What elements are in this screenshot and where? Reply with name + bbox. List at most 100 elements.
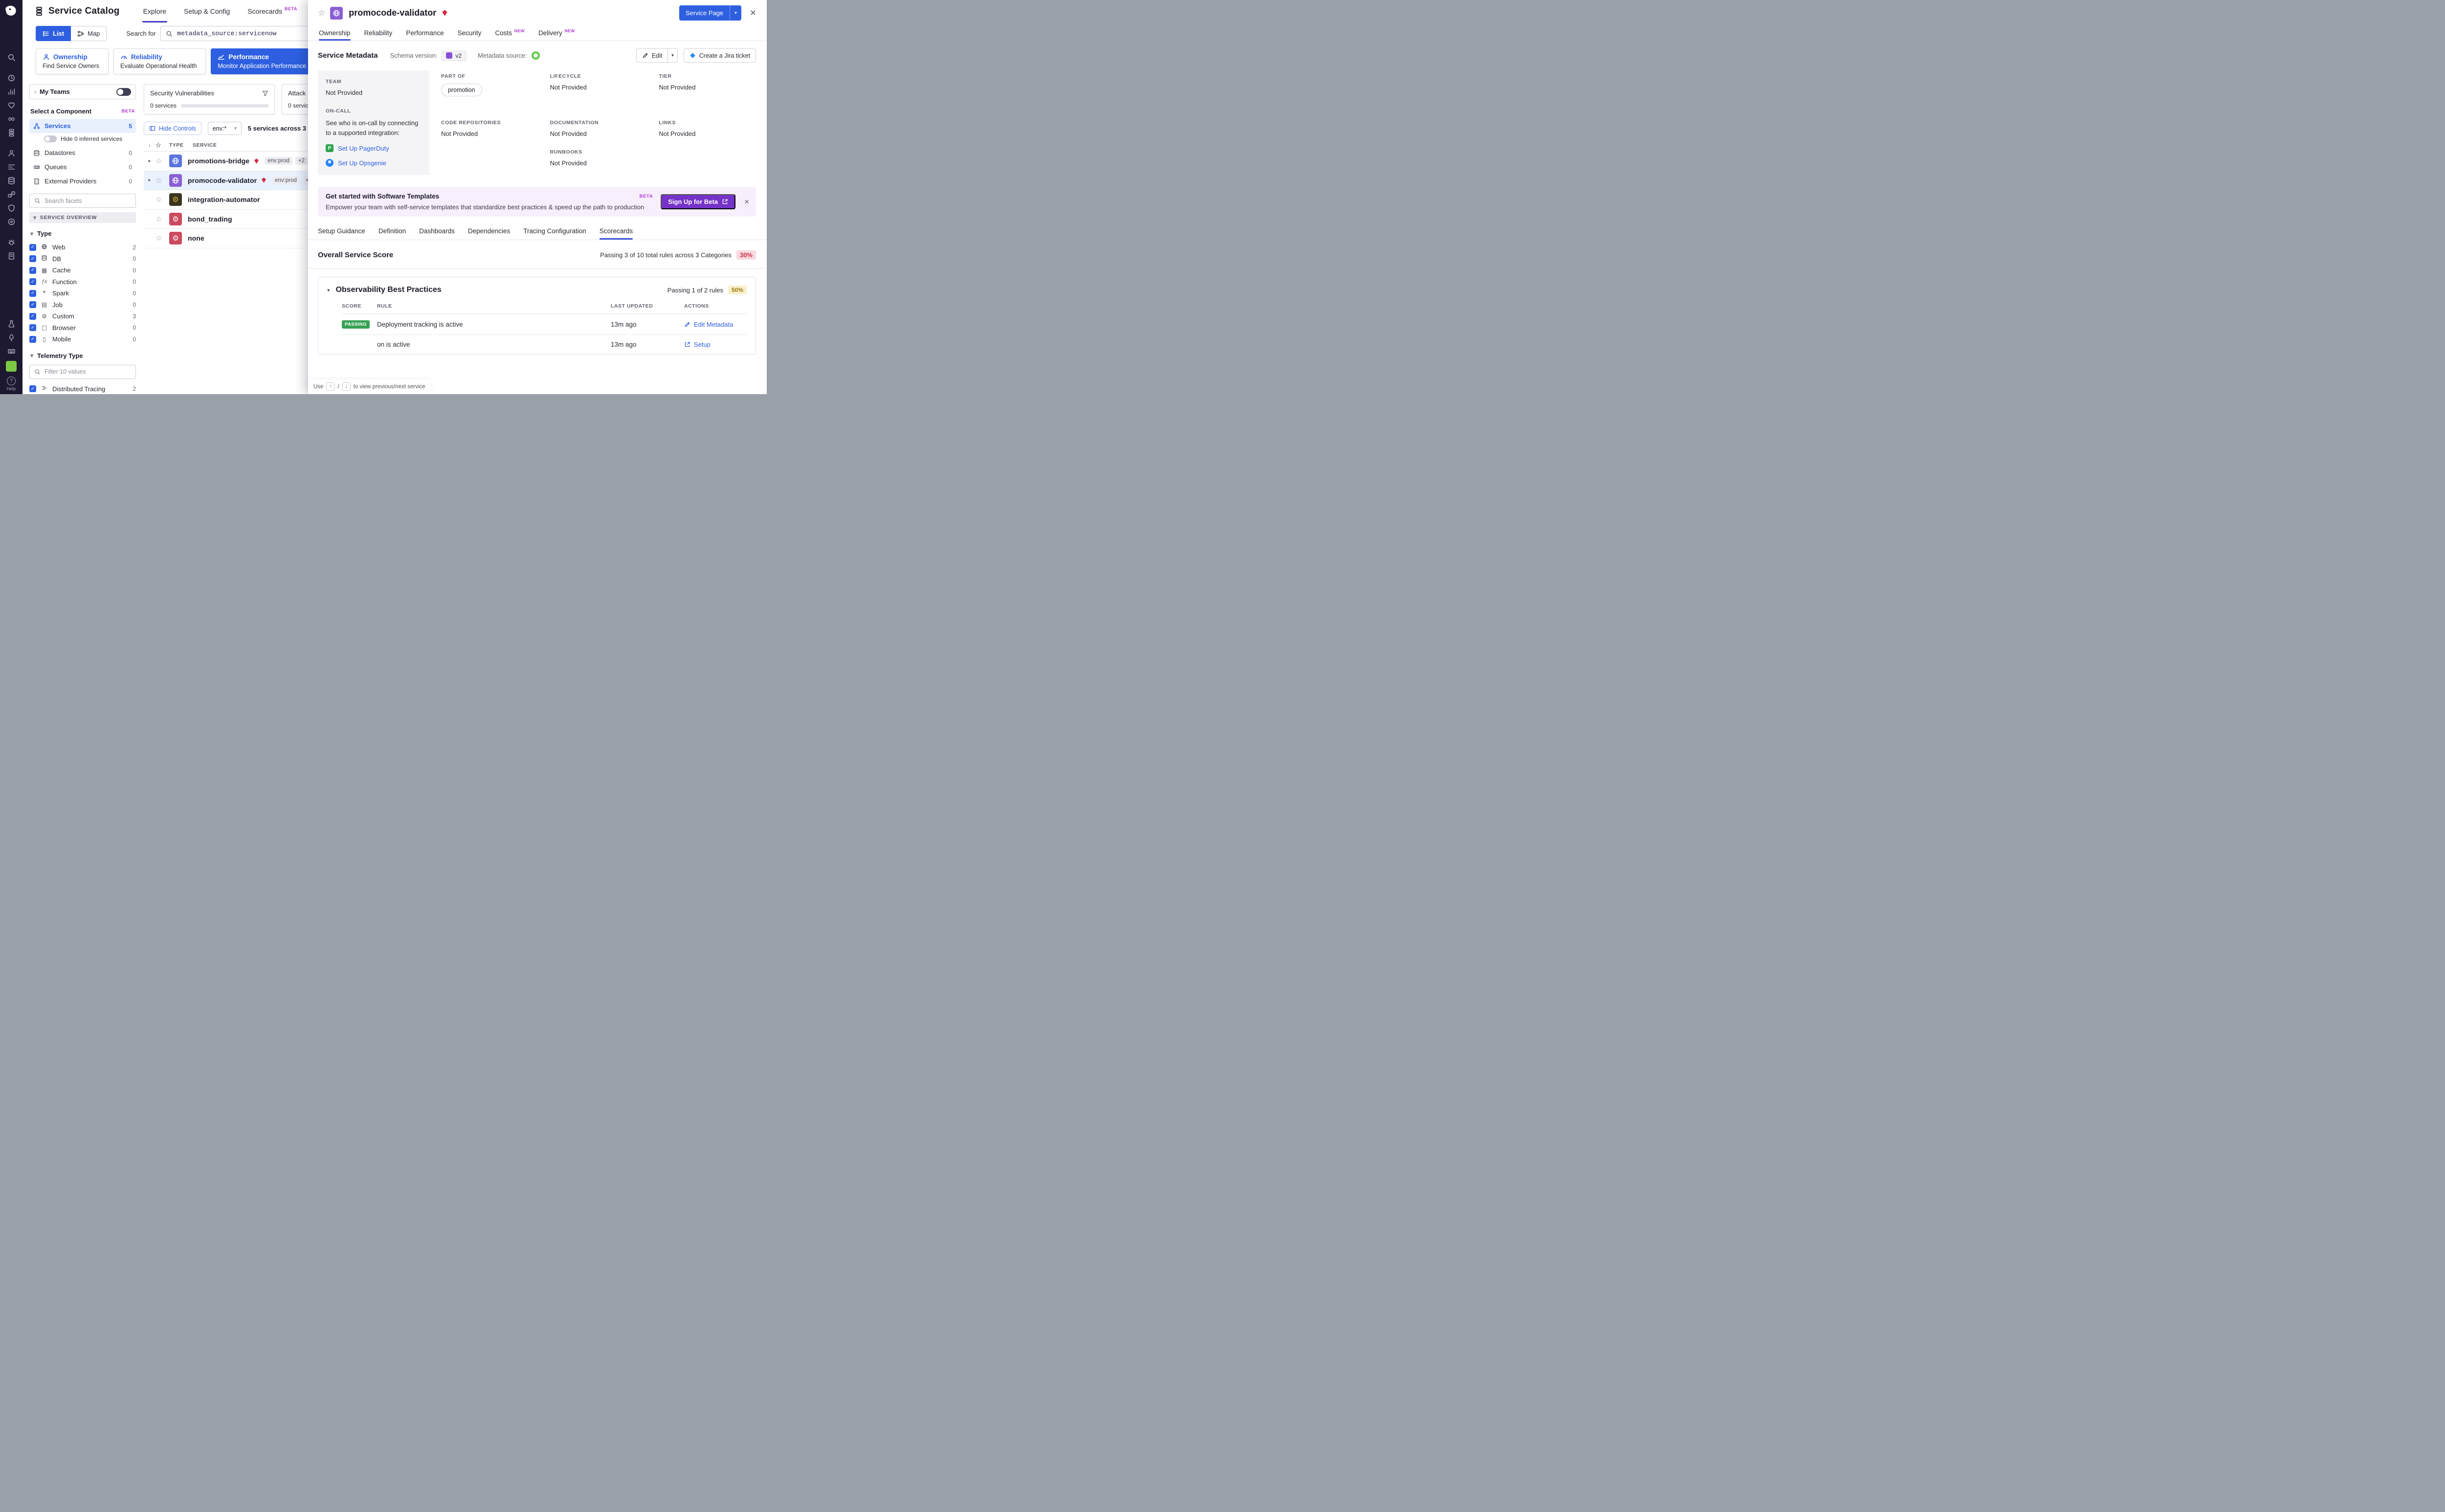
- facet-function[interactable]: ✓ ƒx Function0: [29, 276, 136, 288]
- facet-web[interactable]: ✓ Web2: [29, 242, 136, 253]
- tab-tracing-configuration[interactable]: Tracing Configuration: [523, 222, 586, 240]
- setup-pagerduty-link[interactable]: P Set Up PagerDuty: [326, 144, 422, 152]
- tab-performance[interactable]: Performance: [406, 25, 444, 41]
- reliability-card[interactable]: Reliability Evaluate Operational Health: [113, 48, 206, 74]
- search-facets-input[interactable]: [44, 198, 131, 204]
- hide-controls-button[interactable]: Hide Controls: [144, 122, 201, 135]
- checkbox[interactable]: ✓: [29, 278, 36, 285]
- tab-setup-config[interactable]: Setup & Config: [184, 0, 230, 22]
- telemetry-facet-header[interactable]: ▾ Telemetry Type: [30, 352, 135, 359]
- list-view-button[interactable]: List: [36, 26, 71, 41]
- checkbox[interactable]: ✓: [29, 290, 36, 297]
- tab-dependencies[interactable]: Dependencies: [468, 222, 510, 240]
- extra-envs-tag[interactable]: +2: [295, 157, 308, 165]
- edit-dropdown-button[interactable]: ▾: [668, 48, 678, 63]
- telemetry-filter-input[interactable]: [44, 368, 131, 375]
- ci-pipelines-icon[interactable]: [4, 112, 18, 126]
- edit-metadata-button[interactable]: Edit: [636, 48, 668, 63]
- tab-explore[interactable]: Explore: [143, 0, 166, 22]
- integrations-icon[interactable]: [4, 187, 18, 201]
- people-icon[interactable]: [4, 146, 18, 160]
- setup-opsgenie-link[interactable]: Set Up Opsgenie: [326, 159, 422, 167]
- checkbox[interactable]: ✓: [29, 244, 36, 251]
- bits-mascot-icon[interactable]: [6, 361, 17, 372]
- facet-browser[interactable]: ✓ ▢ Browser0: [29, 322, 136, 334]
- tab-definition[interactable]: Definition: [378, 222, 406, 240]
- checkbox[interactable]: ✓: [29, 267, 36, 274]
- expand-icon[interactable]: ▸: [144, 158, 156, 164]
- checkbox[interactable]: ✓: [29, 255, 36, 262]
- star-icon[interactable]: ☆: [318, 8, 325, 18]
- checkbox[interactable]: ✓: [29, 385, 36, 392]
- facet-db[interactable]: ✓ DB0: [29, 253, 136, 265]
- tab-ownership[interactable]: Ownership: [319, 25, 351, 41]
- my-teams-toggle[interactable]: [116, 88, 131, 96]
- tab-setup-guidance[interactable]: Setup Guidance: [318, 222, 365, 240]
- performance-card[interactable]: Performance Monitor Application Performa…: [211, 48, 315, 74]
- tab-scorecards[interactable]: Scorecards: [600, 222, 633, 240]
- component-external-providers[interactable]: External Providers 0: [29, 174, 136, 188]
- component-datastores[interactable]: Datastores 0: [29, 146, 136, 160]
- facet-custom[interactable]: ✓ ⚙ Custom3: [29, 311, 136, 322]
- create-jira-ticket-button[interactable]: Create a Jira ticket: [684, 48, 756, 63]
- facet-job[interactable]: ✓ ▤ Job0: [29, 299, 136, 311]
- setup-link[interactable]: Setup: [684, 341, 747, 348]
- facet-mobile[interactable]: ✓ ▯ Mobile0: [29, 334, 136, 345]
- chevron-down-icon[interactable]: ▾: [327, 287, 330, 293]
- close-icon[interactable]: ×: [750, 8, 756, 18]
- hide-inferred-toggle[interactable]: [44, 135, 57, 142]
- service-catalog-icon[interactable]: [4, 126, 18, 139]
- release-icon[interactable]: [4, 331, 18, 344]
- star-icon[interactable]: ☆: [156, 141, 169, 149]
- tab-scorecards[interactable]: ScorecardsBETA: [247, 0, 297, 22]
- labs-icon[interactable]: [4, 317, 18, 331]
- metrics-icon[interactable]: [4, 85, 18, 98]
- event-stream-icon[interactable]: [4, 160, 18, 174]
- watchdog-icon[interactable]: [4, 98, 18, 112]
- search-icon[interactable]: [4, 50, 18, 64]
- star-icon[interactable]: ☆: [156, 234, 169, 243]
- ownership-card[interactable]: Ownership Find Service Owners: [36, 48, 109, 74]
- expand-icon[interactable]: ▸: [144, 178, 156, 183]
- close-icon[interactable]: ×: [744, 197, 749, 207]
- history-icon[interactable]: [4, 71, 18, 85]
- databases-icon[interactable]: [4, 174, 18, 187]
- env-tag[interactable]: env:prod: [272, 177, 300, 184]
- component-queues[interactable]: Queues 0: [29, 160, 136, 174]
- env-tag[interactable]: env:prod: [265, 157, 292, 165]
- synthetics-icon[interactable]: [4, 215, 18, 228]
- sort-icon[interactable]: ↓: [144, 142, 156, 148]
- tab-delivery[interactable]: DeliveryNEW: [538, 25, 575, 41]
- service-page-button[interactable]: Service Page ▾: [679, 5, 741, 21]
- error-tracking-icon[interactable]: [4, 235, 18, 249]
- checkbox[interactable]: ✓: [29, 313, 36, 320]
- star-icon[interactable]: ☆: [156, 156, 169, 165]
- security-vulnerabilities-card[interactable]: Security Vulnerabilities 0 services: [144, 84, 275, 114]
- star-icon[interactable]: ☆: [156, 195, 169, 204]
- checkbox[interactable]: ✓: [29, 336, 36, 343]
- type-facet-header[interactable]: ▾ Type: [30, 230, 135, 237]
- help-button[interactable]: ? Help: [7, 377, 16, 391]
- tab-dashboards[interactable]: Dashboards: [419, 222, 455, 240]
- datadog-logo[interactable]: [3, 3, 19, 19]
- star-icon[interactable]: ☆: [156, 176, 169, 185]
- service-overview-header[interactable]: ▾ SERVICE OVERVIEW: [29, 212, 136, 223]
- tab-security[interactable]: Security: [458, 25, 482, 41]
- my-teams-toggle-row[interactable]: › My Teams: [29, 84, 136, 99]
- tab-reliability[interactable]: Reliability: [364, 25, 393, 41]
- chevron-down-icon[interactable]: ▾: [730, 5, 741, 21]
- component-services[interactable]: Services 5: [29, 119, 136, 133]
- keyboard-icon[interactable]: [4, 344, 18, 358]
- facet-spark[interactable]: ✓ * Spark0: [29, 288, 136, 299]
- partof-chip[interactable]: promotion: [441, 84, 482, 96]
- env-filter-select[interactable]: env:* ▾: [208, 122, 242, 135]
- edit-metadata-link[interactable]: Edit Metadata: [684, 321, 747, 328]
- tab-costs[interactable]: CostsNEW: [495, 25, 525, 41]
- checkbox[interactable]: ✓: [29, 301, 36, 308]
- notebooks-icon[interactable]: [4, 249, 18, 263]
- star-icon[interactable]: ☆: [156, 215, 169, 223]
- checkbox[interactable]: ✓: [29, 324, 36, 331]
- map-view-button[interactable]: Map: [71, 26, 107, 41]
- security-icon[interactable]: [4, 201, 18, 215]
- facet-cache[interactable]: ✓ ▦ Cache0: [29, 265, 136, 276]
